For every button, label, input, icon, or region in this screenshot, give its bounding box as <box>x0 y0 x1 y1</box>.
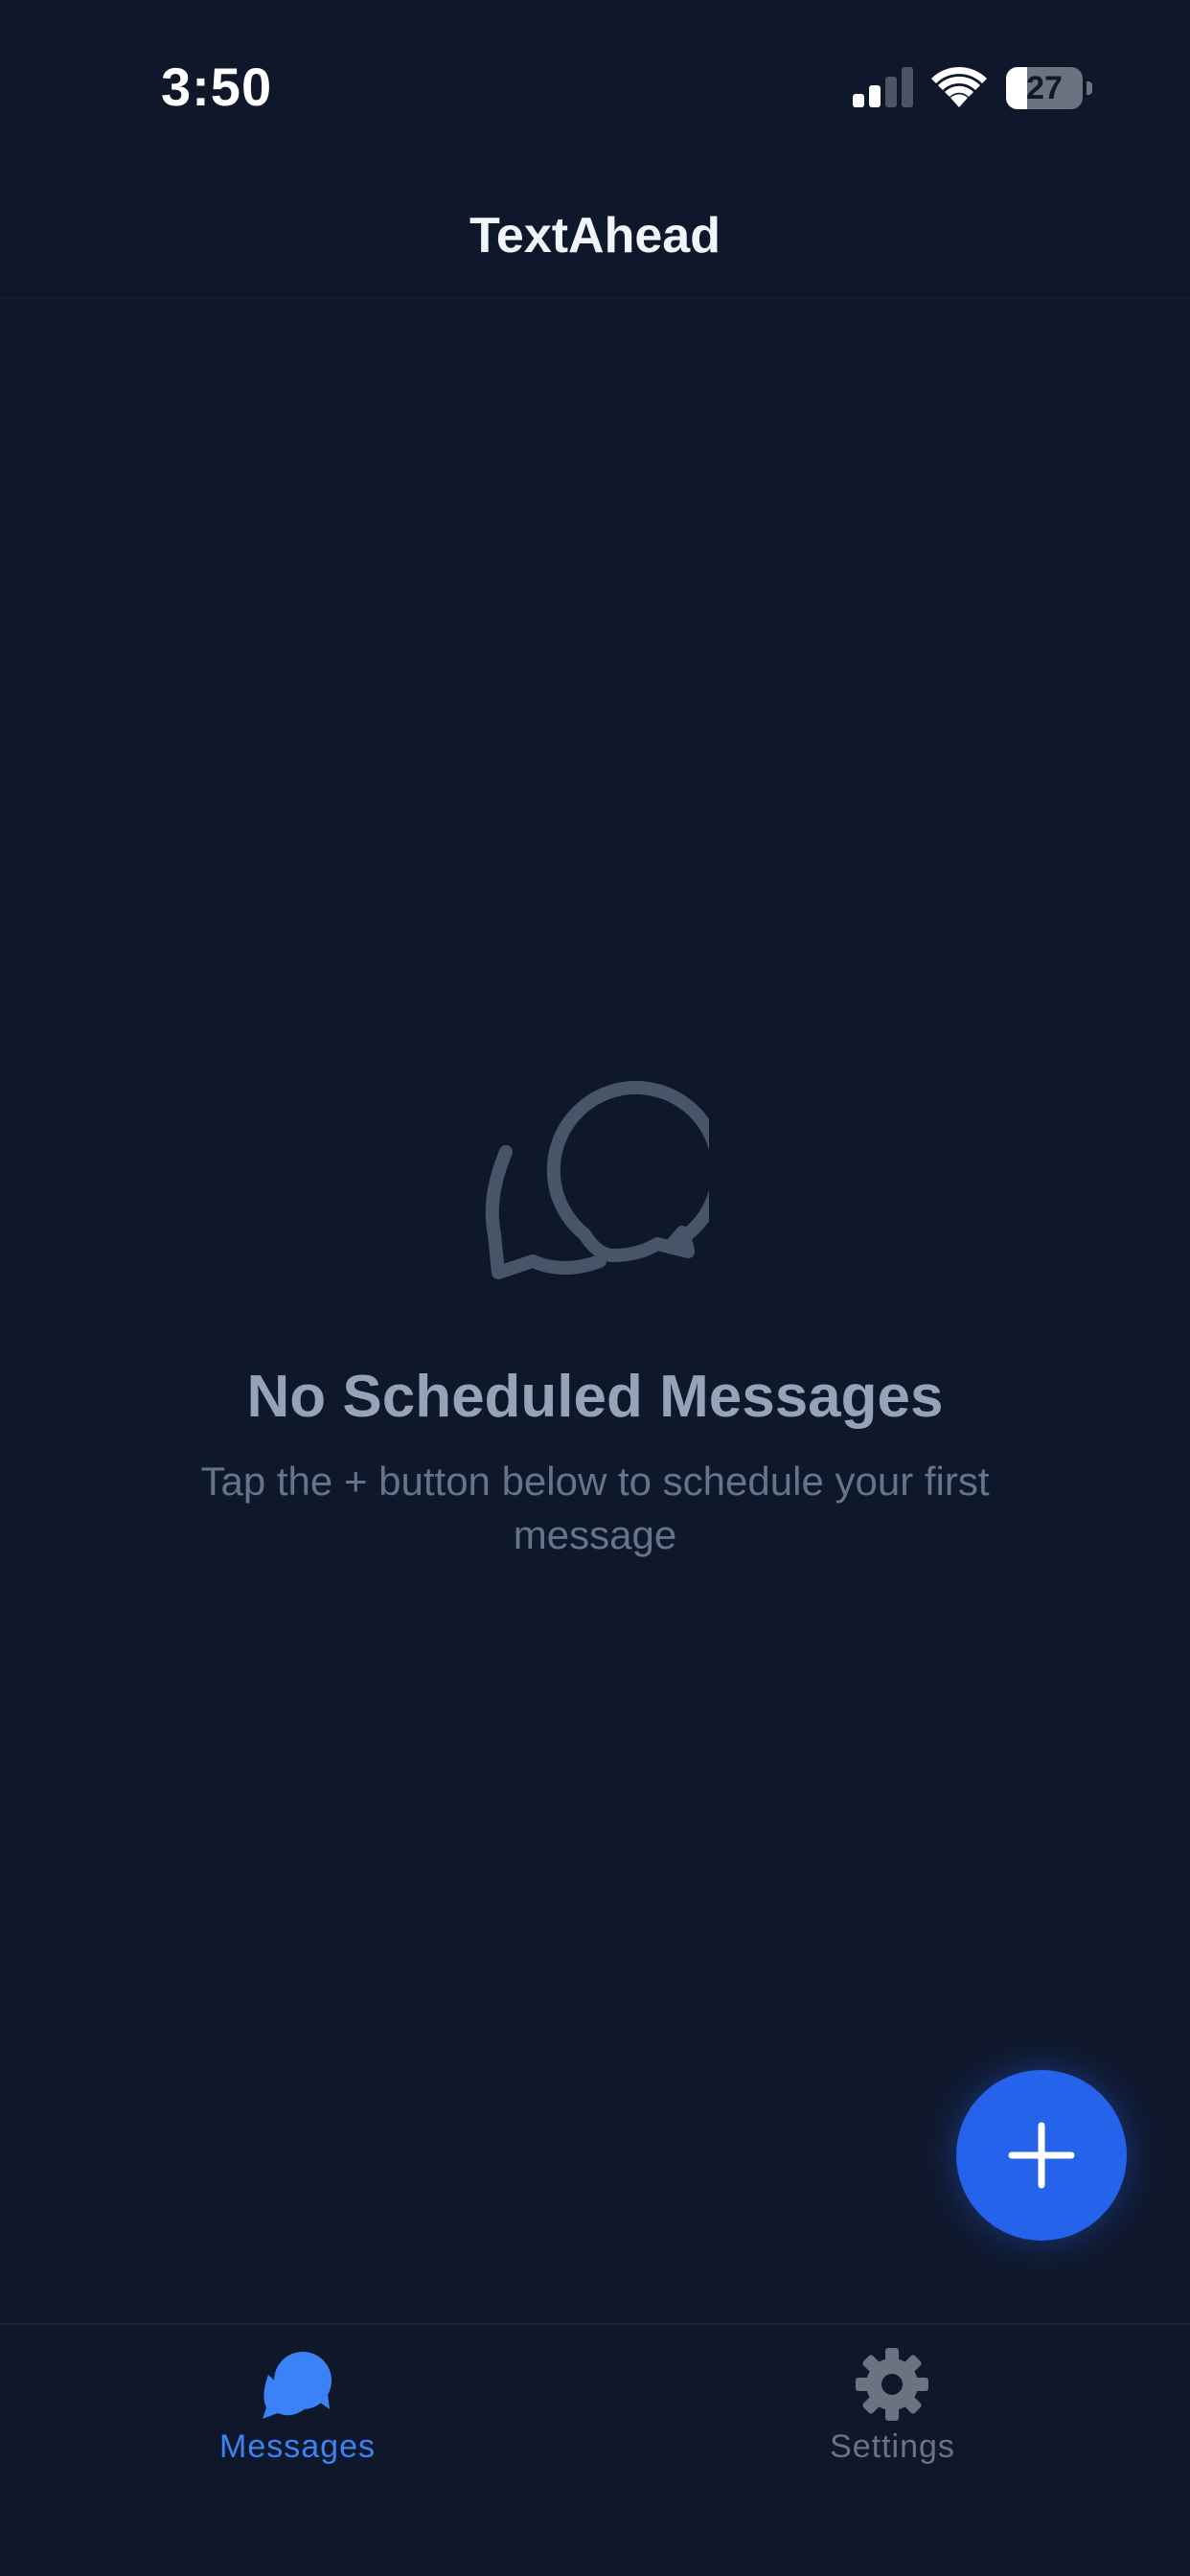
plus-icon <box>1008 2122 1075 2189</box>
page-title: TextAhead <box>469 208 721 264</box>
app-screen: 3:50 27 TextAhead No Scheduled Messages … <box>0 0 1190 2576</box>
battery-cap <box>1087 81 1092 95</box>
chat-bubbles-icon <box>263 2352 332 2419</box>
chat-bubbles-icon <box>485 1080 709 1279</box>
cellular-signal-icon <box>853 67 913 107</box>
tab-bar: Messages Settings <box>0 2323 1190 2576</box>
add-message-button[interactable] <box>956 2070 1127 2241</box>
empty-state-title: No Scheduled Messages <box>246 1364 944 1430</box>
wifi-icon <box>931 66 987 107</box>
tab-messages[interactable]: Messages <box>0 2325 595 2517</box>
nav-header: TextAhead <box>0 153 1190 299</box>
empty-state-subtitle: Tap the + button below to schedule your … <box>200 1459 990 1557</box>
battery-indicator: 27 <box>1006 67 1092 109</box>
tab-settings-label: Settings <box>830 2428 955 2465</box>
battery-level: 27 <box>1026 70 1063 106</box>
status-time: 3:50 <box>161 57 273 117</box>
tab-messages-label: Messages <box>219 2428 376 2465</box>
status-bar: 3:50 27 <box>0 0 1190 153</box>
tab-settings[interactable]: Settings <box>595 2325 1190 2517</box>
gear-icon <box>856 2348 928 2421</box>
battery-body: 27 <box>1006 67 1083 109</box>
